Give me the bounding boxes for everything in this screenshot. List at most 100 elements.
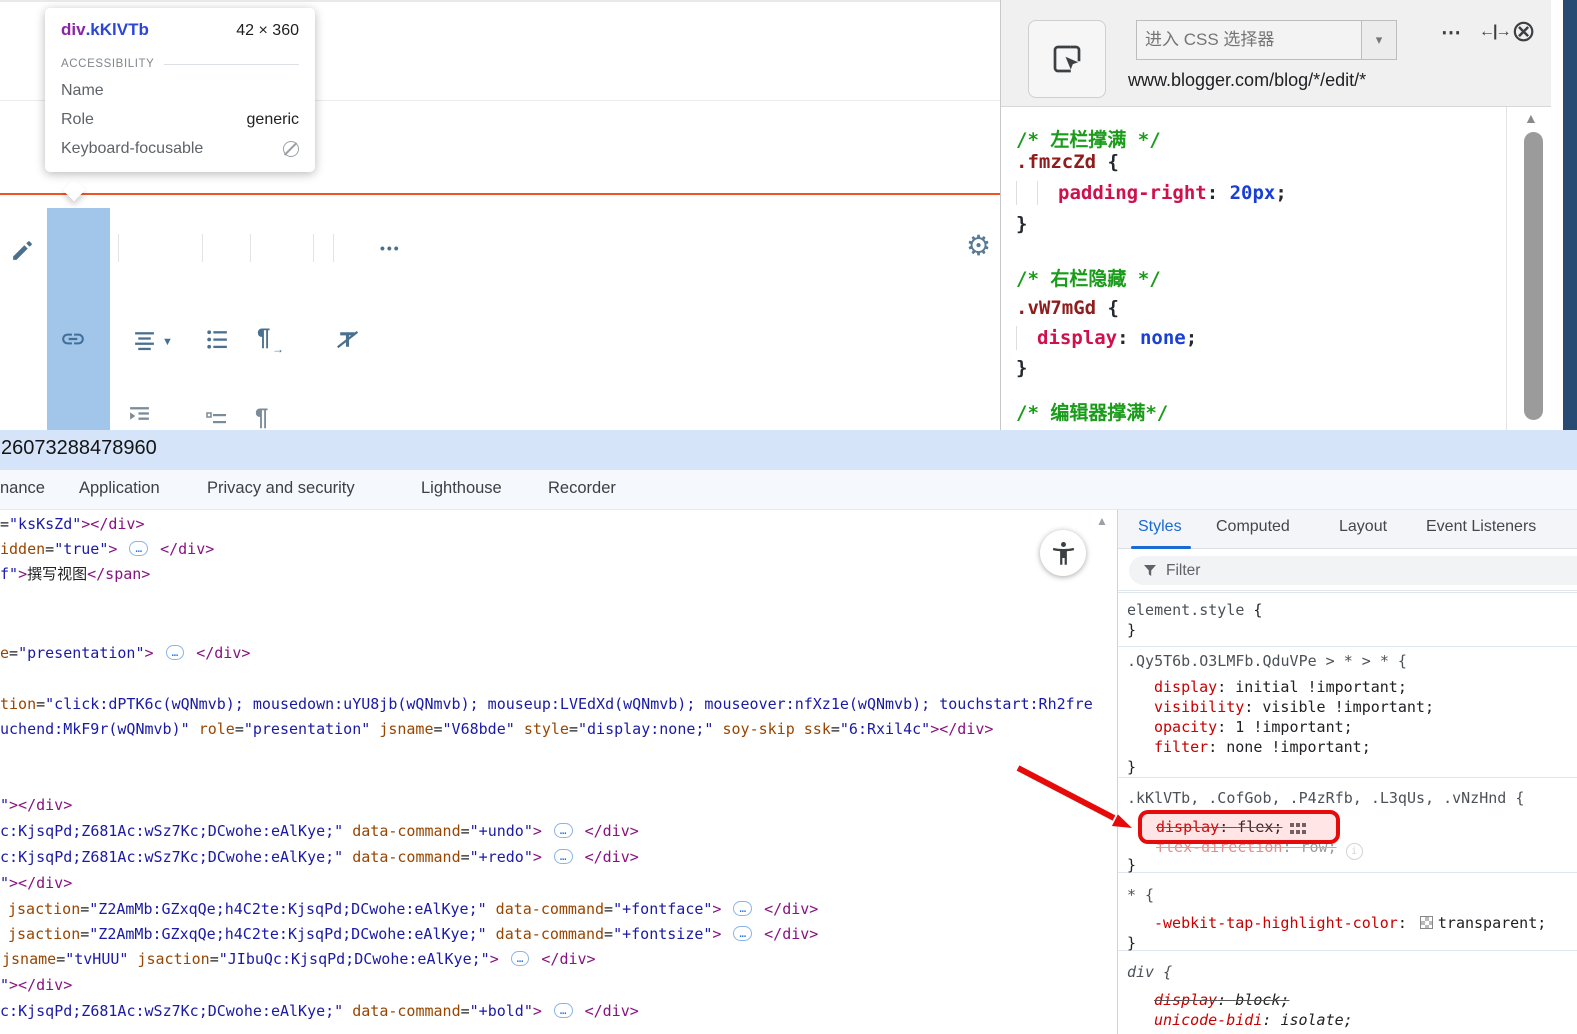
code-segment: = [604, 900, 613, 918]
code-segment: "ksKsZd" [9, 515, 81, 533]
elements-tree-line[interactable]: 0c:KjsqPd;Z681Ac:wSz7Kc;DCwohe:eAlKye;" … [0, 820, 639, 842]
elements-tree-line[interactable]: "></div> [0, 872, 72, 894]
element-picker-icon [1049, 41, 1085, 77]
tab-performance[interactable]: nance [0, 479, 45, 498]
paragraph-direction-icon[interactable]: ¶ [257, 326, 270, 350]
code-segment: "Z2AmMb:GZxqQe;h4C2te:KjsqPd;DCwohe:eAlK… [89, 900, 486, 918]
css-declaration-line[interactable]: element.style { [1127, 599, 1262, 621]
css-editor-line[interactable]: /* 编辑器撑满*/ [1016, 400, 1168, 426]
css-declaration-line[interactable]: display: block; [1154, 989, 1289, 1011]
edit-pencil-icon[interactable] [10, 238, 35, 263]
css-declaration-line[interactable]: div { [1127, 961, 1172, 983]
css-editor-line[interactable]: } [1016, 211, 1027, 237]
code-segment: = [45, 540, 54, 558]
css-declaration-line[interactable]: visibility: visible !important; [1154, 696, 1434, 718]
extension-more-icon[interactable]: ⋯ [1441, 20, 1462, 45]
code-segment: "true" [54, 540, 108, 558]
code-segment: " [0, 796, 9, 814]
tab-lighthouse[interactable]: Lighthouse [421, 479, 502, 498]
code-segment: " [0, 874, 9, 892]
elements-tree-line[interactable]: e="presentation"> … </div> [0, 642, 250, 664]
code-segment: = [56, 950, 65, 968]
code-segment: … [511, 951, 530, 966]
elements-tree-line[interactable]: 0c:KjsqPd;Z681Ac:wSz7Kc;DCwohe:eAlKye;" … [0, 1000, 639, 1022]
css-editor[interactable]: /* 左栏撑满 */.fmzcZd {padding-right: 20px;}… [1001, 107, 1507, 430]
css-declaration-line[interactable]: display: initial !important; [1154, 676, 1407, 698]
orange-divider-line [0, 193, 1000, 195]
pilcrow-icon[interactable]: ¶ [255, 406, 268, 430]
elements-tree-line[interactable]: jsaction="Z2AmMb:GZxqQe;h4C2te:KjsqPd;DC… [8, 923, 818, 945]
elements-tree-line[interactable]: 0c:KjsqPd;Z681Ac:wSz7Kc;DCwohe:eAlKye;" … [0, 846, 639, 868]
code-segment: f" [0, 565, 18, 583]
code-segment: "6:Rxil4c" [840, 720, 930, 738]
elements-tree[interactable]: ="ksKsZd"></div>idden="true"> … </div>f"… [0, 510, 1094, 1034]
panel-resize-icon[interactable]: ←|→ [1479, 23, 1509, 41]
elements-tree-line[interactable]: idden="true"> … </div> [0, 538, 214, 560]
editor-scroll-up-icon[interactable]: ▲ [1524, 110, 1538, 126]
css-editor-line[interactable]: padding-right: 20px; [1016, 180, 1287, 206]
toolbar-more-icon[interactable]: ••• [380, 240, 401, 256]
annotation-arrow [990, 750, 1160, 845]
tooltip-row-name: Name [61, 82, 299, 100]
bullet-list-icon[interactable] [205, 327, 230, 352]
code-segment: > [533, 1002, 551, 1020]
text-align-icon[interactable] [132, 328, 157, 353]
css-editor-line[interactable]: .vW7mGd { [1016, 295, 1119, 321]
code-segment: 撰写视图 [27, 565, 87, 583]
close-icon[interactable]: ⊗ [1511, 14, 1536, 49]
code-segment: … [166, 645, 185, 660]
code-segment: = [461, 1002, 470, 1020]
css-editor-line[interactable]: .fmzcZd { [1016, 149, 1119, 175]
code-segment: filter [1154, 738, 1208, 756]
elements-scroll-up-icon[interactable]: ▲ [1096, 514, 1108, 528]
code-segment: .fmzcZd [1016, 151, 1096, 173]
css-declaration-line[interactable]: } [1127, 854, 1136, 876]
tab-application[interactable]: Application [79, 479, 160, 498]
elements-tree-line[interactable]: uchend:MkF9r(wQNmvb)" role="presentation… [0, 718, 993, 740]
elements-tree-line[interactable]: "></div> [0, 794, 72, 816]
css-declaration-line[interactable]: -webkit-tap-highlight-color: transparent… [1154, 912, 1546, 934]
code-segment: } [1016, 357, 1027, 379]
css-declaration-line[interactable]: } [1127, 619, 1136, 641]
code-segment: = [36, 695, 45, 713]
numbered-list-icon[interactable] [205, 410, 229, 430]
css-selector-input[interactable] [1136, 20, 1362, 60]
css-declaration-line[interactable]: filter: none !important; [1154, 736, 1371, 758]
css-declaration-line[interactable]: } [1127, 932, 1136, 954]
css-declaration-line[interactable]: .kKlVTb, .CofGob, .P4zRfb, .L3qUs, .vNzH… [1127, 787, 1524, 809]
code-segment: } [1127, 934, 1136, 952]
elements-tree-line[interactable]: ="ksKsZd"></div> [0, 513, 145, 535]
clear-formatting-icon[interactable] [335, 327, 360, 352]
code-segment: : [1217, 991, 1235, 1009]
css-declaration-line[interactable]: unicode-bidi: isolate; [1154, 1009, 1353, 1031]
insert-link-icon[interactable] [60, 326, 86, 352]
selected-url-bar[interactable]: 26073288478960 [0, 430, 1577, 470]
css-declaration-line[interactable]: .Qy5T6b.O3LMFb.QduVPe > * > * { [1127, 650, 1407, 672]
indent-icon[interactable] [127, 404, 152, 429]
element-picker-button[interactable] [1028, 20, 1106, 98]
tooltip-row-keyboard-focusable: Keyboard-focusable [61, 140, 299, 158]
css-editor-line[interactable]: } [1016, 355, 1027, 381]
css-editor-line[interactable]: display: none; [1016, 325, 1197, 351]
code-segment: ; [1398, 678, 1407, 696]
settings-gear-icon[interactable]: ⚙ [966, 232, 991, 260]
css-declaration-line[interactable]: * { [1127, 884, 1154, 906]
elements-tree-line[interactable]: "></div> [0, 974, 72, 996]
toolbar-separator [202, 234, 203, 262]
css-declaration-line[interactable]: opacity: 1 !important; [1154, 716, 1353, 738]
elements-tree-line[interactable]: jsname="tvHUU" jsaction="JIbuQc:KjsqPd;D… [2, 948, 596, 970]
elements-tree-line[interactable]: jsaction="Z2AmMb:GZxqQe;h4C2te:KjsqPd;DC… [8, 898, 818, 920]
elements-tree-line[interactable]: tion="click:dPTK6c(wQNmvb); mousedown:uY… [0, 693, 1093, 715]
styles-rules[interactable]: element.style {} .Qy5T6b.O3LMFb.QduVPe > … [1117, 510, 1576, 1034]
align-dropdown-arrow-icon[interactable]: ▼ [162, 336, 173, 348]
code-segment: 1 !important [1235, 718, 1343, 736]
code-segment: </div> [187, 644, 250, 662]
tab-recorder[interactable]: Recorder [548, 479, 616, 498]
css-editor-line[interactable]: /* 右栏隐藏 */ [1016, 266, 1161, 292]
selector-dropdown-button[interactable]: ▾ [1361, 20, 1397, 60]
tab-privacy-and-security[interactable]: Privacy and security [207, 479, 355, 498]
editor-scrollbar-thumb[interactable] [1524, 132, 1543, 420]
tooltip-row-value: generic [247, 111, 299, 129]
accessibility-overlay-button[interactable] [1040, 530, 1086, 576]
elements-tree-line[interactable]: f">撰写视图</span> [0, 563, 150, 585]
